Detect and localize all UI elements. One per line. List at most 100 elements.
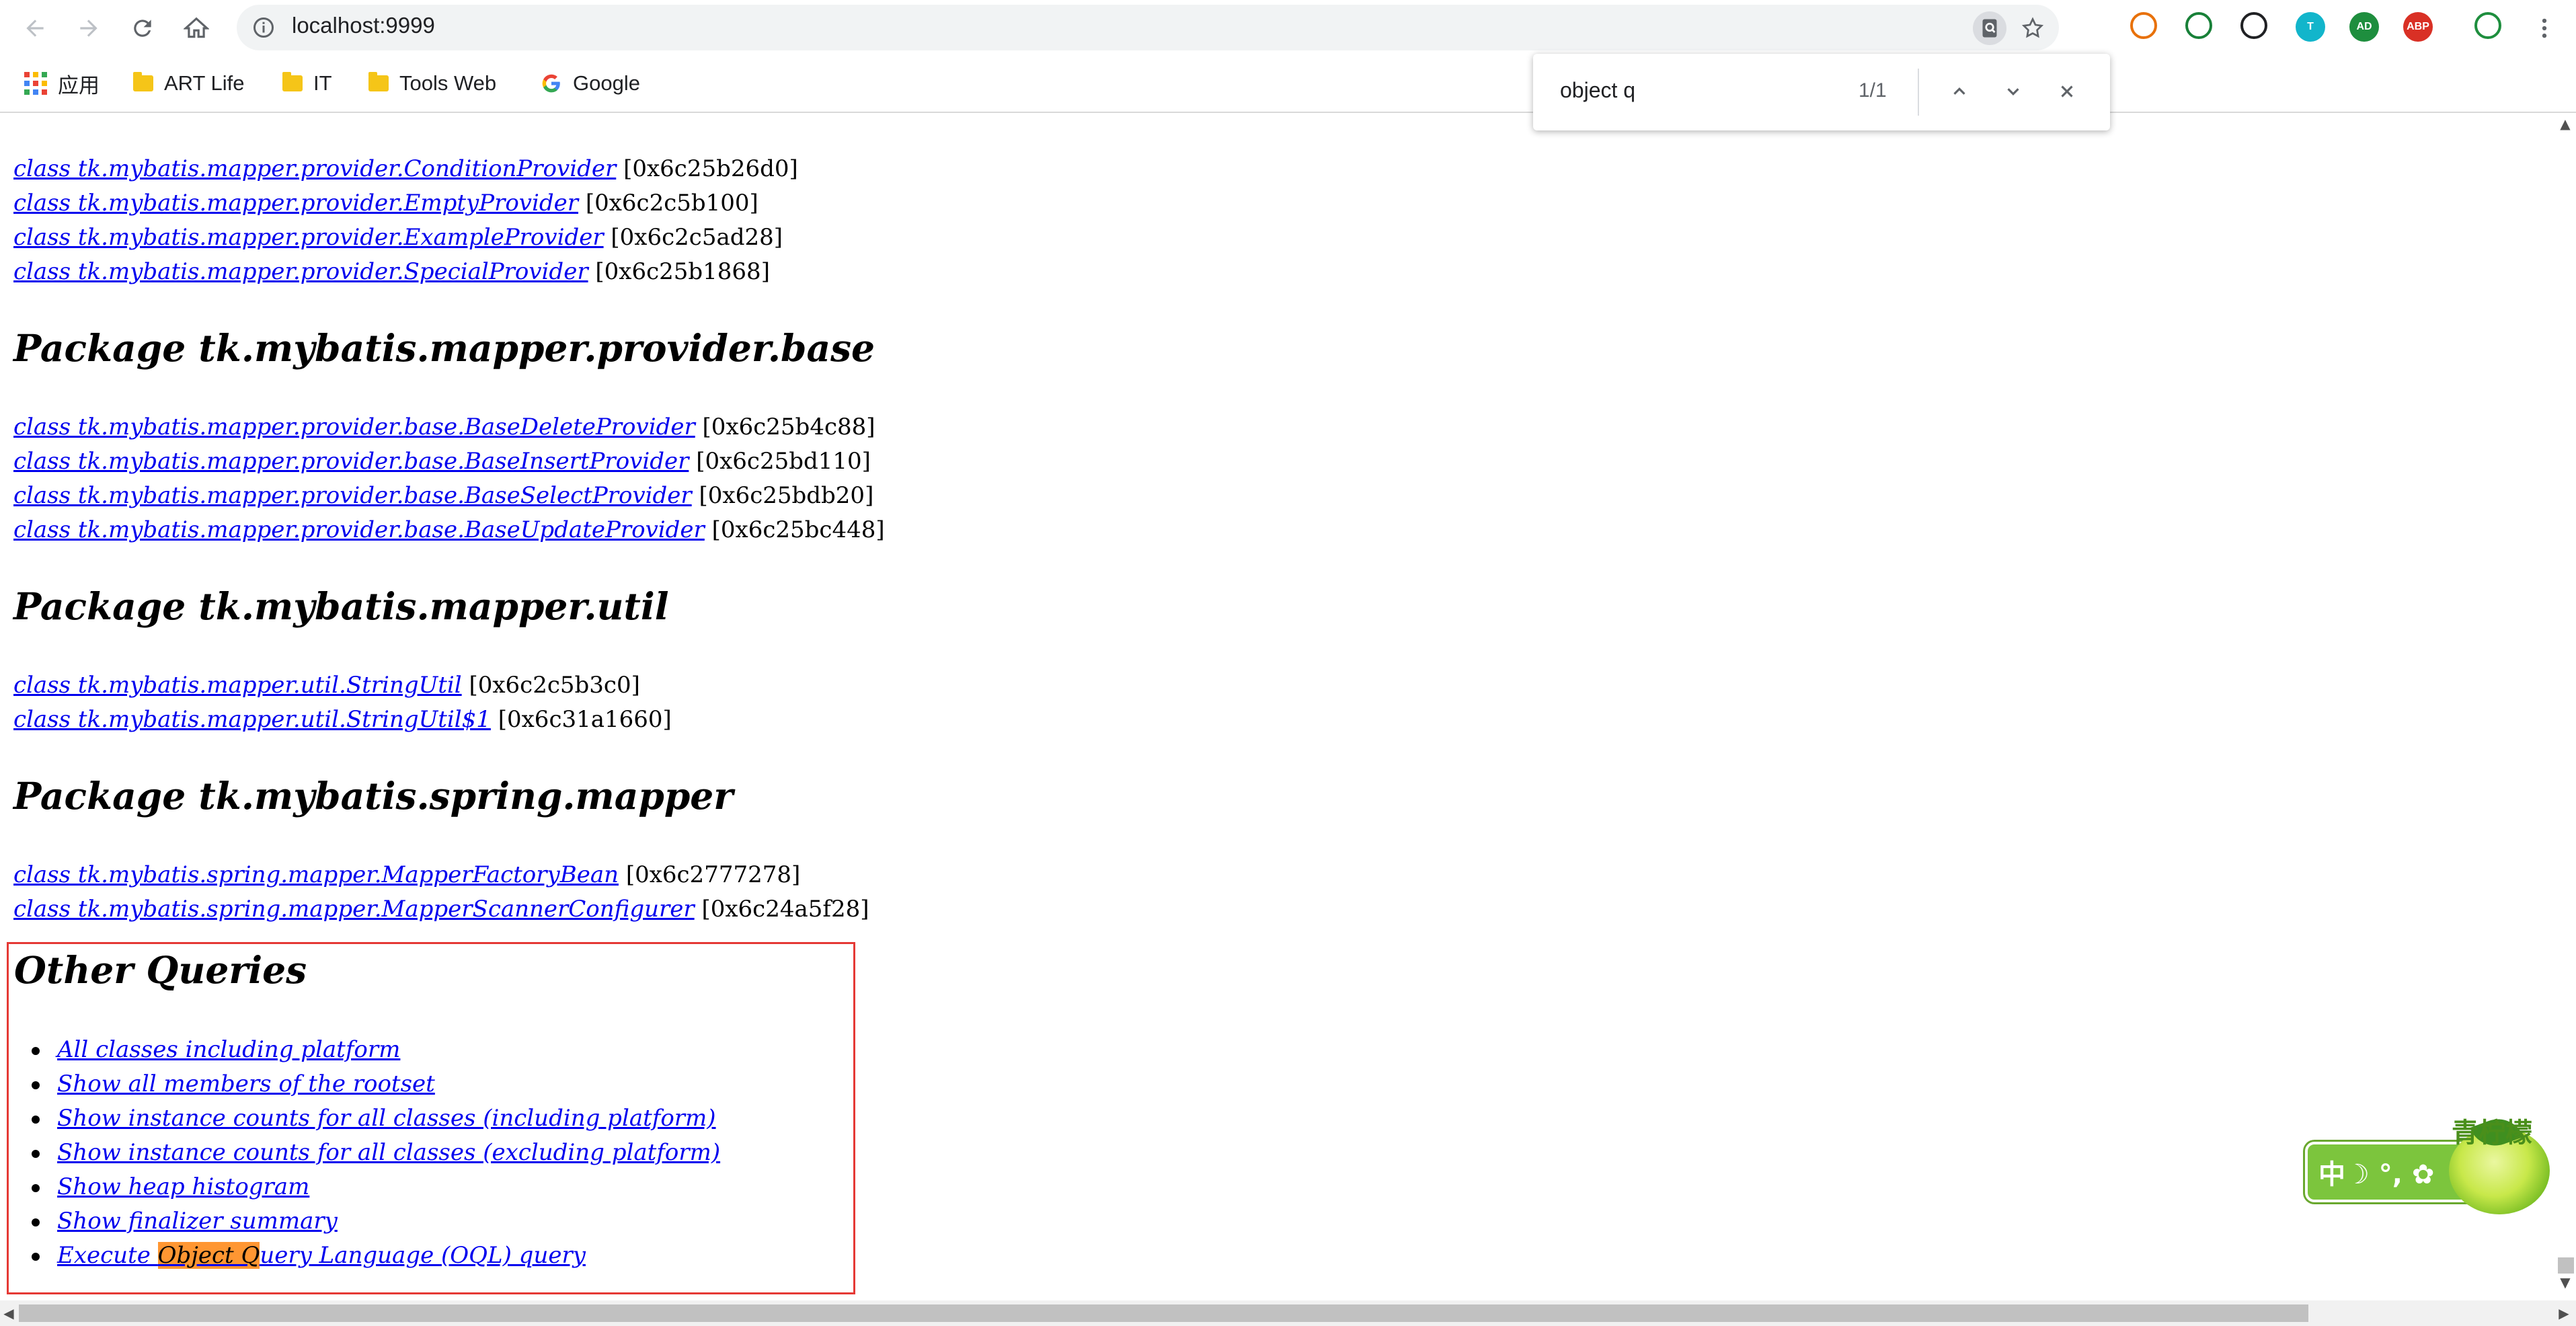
folder-icon <box>133 72 153 91</box>
folder-icon <box>282 72 303 91</box>
star-icon <box>2021 17 2044 38</box>
bookmark-google[interactable]: Google <box>541 67 640 100</box>
url-text[interactable]: localhost:9999 <box>292 13 435 38</box>
shield-extension-icon[interactable] <box>2474 12 2501 39</box>
info-icon[interactable] <box>251 15 276 40</box>
class-link[interactable]: class tk.mybatis.spring.mapper.MapperSca… <box>13 896 695 923</box>
query-link[interactable]: Show instance counts for all classes (ex… <box>57 1139 720 1166</box>
list-item: Show instance counts for all classes (in… <box>31 1101 720 1136</box>
class-row: class tk.mybatis.mapper.provider.base.Ba… <box>13 479 2528 513</box>
class-link[interactable]: class tk.mybatis.mapper.provider.base.Ba… <box>13 482 692 509</box>
list-item: All classes including platform <box>31 1033 720 1067</box>
class-link[interactable]: class tk.mybatis.mapper.util.StringUtil <box>13 672 462 699</box>
bookmark-star-button[interactable] <box>2016 11 2050 45</box>
other-queries-heading: Other Queries <box>14 948 307 992</box>
class-row: class tk.mybatis.spring.mapper.MapperSca… <box>13 892 2528 927</box>
horizontal-scrollbar[interactable]: ◀ ▶ <box>0 1300 2576 1326</box>
find-previous-button[interactable] <box>1942 74 1977 109</box>
oql-query-link[interactable]: Execute Object Query Language (OQL) quer… <box>57 1242 586 1269</box>
adguard-extension-icon[interactable]: AD <box>2349 12 2379 42</box>
reload-icon <box>134 20 151 37</box>
class-row: class tk.mybatis.mapper.provider.base.Ba… <box>13 444 2528 479</box>
find-close-button[interactable] <box>2050 74 2084 109</box>
bookmark-tools-web[interactable]: Tools Web <box>368 67 496 100</box>
chevron-down-icon <box>2007 88 2019 95</box>
google-icon <box>542 74 560 93</box>
link-text-part: Execute <box>57 1242 158 1269</box>
list-item: Show heap histogram <box>31 1170 720 1204</box>
class-link[interactable]: class tk.mybatis.mapper.provider.Conditi… <box>13 155 616 182</box>
scroll-right-arrow[interactable]: ▶ <box>2555 1304 2573 1322</box>
address-text: [0x6c25b4c88] <box>702 414 875 440</box>
query-link[interactable]: Show finalizer summary <box>57 1208 338 1235</box>
address-text: [0x6c25bc448] <box>711 516 885 543</box>
ime-brand-text: 青柠檬 <box>2452 1117 2532 1148</box>
find-input[interactable]: object q <box>1560 78 1635 103</box>
translate-extension-icon[interactable]: T <box>2296 12 2325 42</box>
address-text: [0x6c2c5b100] <box>585 190 758 217</box>
bookmark-label: ART Life <box>164 71 245 95</box>
list-item: Show finalizer summary <box>31 1204 720 1239</box>
address-text: [0x6c24a5f28] <box>701 896 869 923</box>
other-queries-section: Other Queries All classes including plat… <box>7 942 855 1294</box>
close-icon <box>2061 85 2073 98</box>
class-row: class tk.mybatis.mapper.provider.base.Ba… <box>13 513 2528 547</box>
address-text: [0x6c2c5ad28] <box>611 224 783 251</box>
bookmark-label: Google <box>573 71 640 95</box>
home-button[interactable] <box>178 9 215 47</box>
class-row: class tk.mybatis.mapper.provider.base.Ba… <box>13 410 2528 444</box>
more-vertical-icon <box>2542 18 2547 38</box>
class-row: class tk.mybatis.mapper.util.StringUtil … <box>13 668 2528 703</box>
ime-widget[interactable]: 中☽ °, ✿ 青柠檬 <box>2305 1103 2574 1217</box>
class-row: class tk.mybatis.spring.mapper.MapperFac… <box>13 858 2528 892</box>
query-link[interactable]: Show instance counts for all classes (in… <box>57 1105 716 1132</box>
query-link[interactable]: All classes including platform <box>57 1036 400 1063</box>
address-bar[interactable]: localhost:9999 <box>237 5 2059 50</box>
query-link[interactable]: Show heap histogram <box>57 1173 309 1200</box>
clock-extension-icon[interactable] <box>2240 12 2267 39</box>
bookmark-it[interactable]: IT <box>282 67 332 100</box>
apps-grid-icon <box>24 72 47 95</box>
home-icon <box>184 17 209 38</box>
horizontal-scroll-thumb[interactable] <box>19 1304 2308 1322</box>
class-row: class tk.mybatis.mapper.util.StringUtil$… <box>13 703 2528 737</box>
forward-button[interactable] <box>70 9 108 47</box>
class-row: class tk.mybatis.mapper.provider.EmptyPr… <box>13 186 2528 221</box>
query-link[interactable]: Show all members of the rootset <box>57 1070 435 1097</box>
address-text: [0x6c25bd110] <box>696 448 871 475</box>
adblock-plus-extension-icon[interactable]: ABP <box>2403 12 2433 42</box>
browser-toolbar: localhost:9999 T AD ABP <box>0 0 2576 55</box>
vertical-scroll-thumb[interactable] <box>2558 1257 2574 1274</box>
address-text: [0x6c2c5b3c0] <box>469 672 640 699</box>
list-item: Show instance counts for all classes (ex… <box>31 1136 720 1170</box>
address-text: [0x6c25b26d0] <box>623 155 798 182</box>
package-heading: Package tk.mybatis.mapper.provider.base <box>13 326 875 370</box>
class-link[interactable]: class tk.mybatis.spring.mapper.MapperFac… <box>13 861 619 888</box>
network-extension-icon[interactable] <box>2130 12 2157 39</box>
find-highlight: Object Q <box>157 1242 260 1269</box>
flag-extension-icon[interactable] <box>2185 12 2212 39</box>
menu-button[interactable] <box>2526 9 2563 47</box>
back-arrow-icon <box>26 20 44 37</box>
back-button[interactable] <box>16 9 54 47</box>
class-link[interactable]: class tk.mybatis.mapper.provider.Special… <box>13 258 588 285</box>
class-link[interactable]: class tk.mybatis.mapper.provider.base.Ba… <box>13 414 695 440</box>
class-link[interactable]: class tk.mybatis.mapper.provider.Example… <box>13 224 604 251</box>
other-queries-list: All classes including platform Show all … <box>31 1033 720 1273</box>
reload-button[interactable] <box>124 9 161 47</box>
find-in-page-button[interactable] <box>1973 11 2006 45</box>
scroll-down-arrow[interactable]: ▼ <box>2555 1274 2575 1294</box>
page-content: class tk.mybatis.mapper.provider.Conditi… <box>13 114 2528 927</box>
scroll-left-arrow[interactable]: ◀ <box>0 1304 17 1322</box>
class-link[interactable]: class tk.mybatis.mapper.provider.EmptyPr… <box>13 190 578 217</box>
class-row: class tk.mybatis.mapper.provider.Conditi… <box>13 152 2528 186</box>
link-text-part: uery Language (OQL) query <box>260 1242 586 1269</box>
bookmark-apps[interactable]: 应用 <box>24 67 100 100</box>
class-row: class tk.mybatis.mapper.provider.Special… <box>13 255 2528 289</box>
class-link[interactable]: class tk.mybatis.mapper.provider.base.Ba… <box>13 448 689 475</box>
bookmark-art-life[interactable]: ART Life <box>133 67 244 100</box>
class-link[interactable]: class tk.mybatis.mapper.util.StringUtil$… <box>13 706 491 733</box>
class-link[interactable]: class tk.mybatis.mapper.provider.base.Ba… <box>13 516 705 543</box>
find-next-button[interactable] <box>1996 74 2031 109</box>
scroll-up-arrow[interactable]: ▲ <box>2555 116 2575 136</box>
